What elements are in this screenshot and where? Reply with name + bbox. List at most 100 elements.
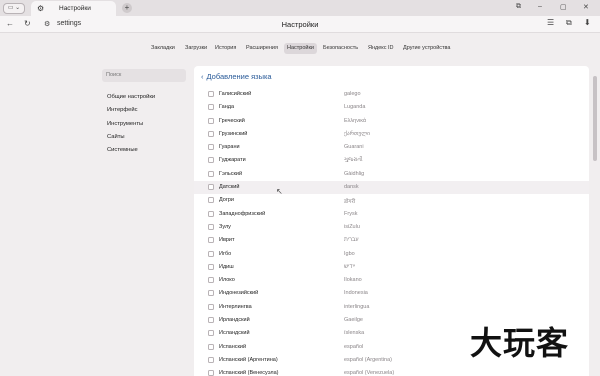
- gear-icon: ⚙: [37, 4, 45, 13]
- tab-downloads[interactable]: Загрузки: [185, 43, 207, 54]
- list-item[interactable]: Западнофризский Frysk: [194, 208, 589, 221]
- language-native-name: ייִדיש: [344, 263, 356, 270]
- download-icon[interactable]: ⬇: [584, 18, 591, 27]
- list-item[interactable]: Интерлингва interlingua: [194, 301, 589, 314]
- restore-icon[interactable]: ⧉: [516, 3, 521, 11]
- language-checkbox[interactable]: [208, 237, 214, 244]
- language-checkbox[interactable]: [208, 104, 214, 111]
- language-name: Гуарани: [219, 144, 240, 151]
- chevron-left-icon: ‹: [201, 72, 204, 81]
- language-checkbox[interactable]: [208, 290, 214, 297]
- list-item[interactable]: Грузинский ქართული: [194, 128, 589, 141]
- language-checkbox[interactable]: [208, 210, 214, 217]
- language-checkbox[interactable]: [208, 277, 214, 284]
- language-name: Игбо: [219, 250, 232, 257]
- tab-settings-active[interactable]: Настройки: [284, 43, 317, 54]
- list-item[interactable]: Датский dansk: [194, 181, 589, 195]
- language-name: Идиш: [219, 263, 234, 270]
- tab-settings[interactable]: ⚙ Настройки ×: [31, 1, 129, 16]
- minimize-icon[interactable]: –: [538, 3, 542, 10]
- list-item[interactable]: Иврит עברית: [194, 234, 589, 247]
- new-tab-button[interactable]: +: [122, 3, 132, 13]
- language-checkbox[interactable]: [208, 197, 214, 204]
- language-checkbox[interactable]: [208, 130, 214, 137]
- language-checkbox[interactable]: [208, 303, 214, 310]
- language-native-name: डोगरी: [344, 199, 356, 206]
- list-item[interactable]: Гуджарати ગુજરાતી: [194, 154, 589, 167]
- language-name: Илоко: [219, 277, 235, 284]
- menu-icon[interactable]: ☰: [547, 18, 554, 27]
- list-item[interactable]: Идиш ייִדיש: [194, 261, 589, 274]
- language-name: Испанский: [219, 343, 247, 350]
- language-native-name: Frysk: [344, 210, 358, 217]
- window-close-icon[interactable]: ✕: [583, 3, 589, 11]
- list-item[interactable]: Испанский (Венесуэла) español (Venezuela): [194, 367, 589, 376]
- collections-icon[interactable]: ⧉: [566, 18, 572, 28]
- language-name: Интерлингва: [219, 303, 252, 310]
- language-native-name: Ilokano: [344, 277, 362, 284]
- tab-group-button[interactable]: ▭ ⌄: [3, 3, 25, 14]
- language-name: Иврит: [219, 237, 235, 244]
- tab-security[interactable]: Безопасность: [323, 43, 358, 54]
- language-checkbox[interactable]: [208, 370, 214, 376]
- language-checkbox[interactable]: [208, 330, 214, 337]
- language-checkbox[interactable]: [208, 343, 214, 350]
- list-item[interactable]: Гэльский Gàidhlig: [194, 168, 589, 181]
- language-checkbox[interactable]: [208, 91, 214, 97]
- language-checkbox[interactable]: [208, 263, 214, 270]
- language-checkbox[interactable]: [208, 250, 214, 257]
- scrollbar-thumb[interactable]: [593, 76, 597, 161]
- sidebar-item-tools[interactable]: Инструменты: [107, 121, 143, 127]
- language-native-name: Igbo: [344, 250, 355, 257]
- language-native-name: ગુજરાતી: [344, 157, 363, 164]
- list-item[interactable]: Догри डोगरी: [194, 194, 589, 207]
- language-native-name: isiZulu: [344, 223, 360, 230]
- list-item[interactable]: Индонезийский Indonesia: [194, 287, 589, 300]
- tab-bookmarks[interactable]: Закладки: [151, 43, 175, 54]
- language-name: Испанский (Аргентина): [219, 356, 278, 363]
- sidebar-item-system[interactable]: Системные: [107, 147, 138, 153]
- tab-extensions[interactable]: Расширения: [246, 43, 278, 54]
- language-native-name: Guarani: [344, 144, 364, 151]
- sidebar-item-general[interactable]: Общие настройки: [107, 94, 155, 100]
- settings-nav: Закладки Загрузки История Расширения Нас…: [0, 43, 600, 55]
- tab-other-devices[interactable]: Другие устройства: [403, 43, 450, 54]
- list-item[interactable]: Галисийский galego: [194, 88, 589, 101]
- tab-yandex-id[interactable]: Яндекс ID: [368, 43, 394, 54]
- tab-history[interactable]: История: [215, 43, 236, 54]
- language-name: Исландский: [219, 330, 250, 337]
- list-item[interactable]: Греческий Ελληνικά: [194, 115, 589, 128]
- list-item[interactable]: Илоко Ilokano: [194, 274, 589, 287]
- language-checkbox[interactable]: [208, 144, 214, 151]
- language-checkbox[interactable]: [208, 356, 214, 363]
- language-native-name: Indonesia: [344, 290, 368, 297]
- list-item[interactable]: Гуарани Guarani: [194, 141, 589, 154]
- sidebar-item-interface[interactable]: Интерфейс: [107, 107, 138, 113]
- language-native-name: עברית: [344, 237, 359, 244]
- language-native-name: español (Venezuela): [344, 370, 395, 376]
- language-native-name: galego: [344, 91, 361, 97]
- language-checkbox[interactable]: [208, 157, 214, 164]
- language-checkbox[interactable]: [208, 117, 214, 124]
- maximize-icon[interactable]: ▢: [560, 3, 567, 11]
- language-native-name: español: [344, 343, 364, 350]
- list-item[interactable]: Зулу isiZulu: [194, 221, 589, 234]
- language-checkbox[interactable]: [208, 317, 214, 324]
- language-native-name: Ελληνικά: [344, 117, 367, 124]
- language-name: Грузинский: [219, 130, 248, 137]
- language-native-name: interlingua: [344, 303, 370, 310]
- back-link[interactable]: ‹ Добавление языка: [201, 72, 272, 81]
- language-name: Греческий: [219, 117, 245, 124]
- scrollbar[interactable]: [593, 66, 598, 376]
- language-checkbox[interactable]: [208, 170, 214, 177]
- search-input[interactable]: Поиск: [102, 69, 186, 82]
- tab-title: Настройки: [59, 5, 91, 12]
- language-name: Ганда: [219, 104, 235, 111]
- list-item[interactable]: Ганда Luganda: [194, 101, 589, 114]
- language-name: Догри: [219, 197, 234, 204]
- language-checkbox[interactable]: [208, 184, 214, 191]
- sidebar-item-sites[interactable]: Сайты: [107, 134, 125, 140]
- language-name: Зулу: [219, 223, 231, 230]
- language-checkbox[interactable]: [208, 223, 214, 230]
- list-item[interactable]: Игбо Igbo: [194, 248, 589, 261]
